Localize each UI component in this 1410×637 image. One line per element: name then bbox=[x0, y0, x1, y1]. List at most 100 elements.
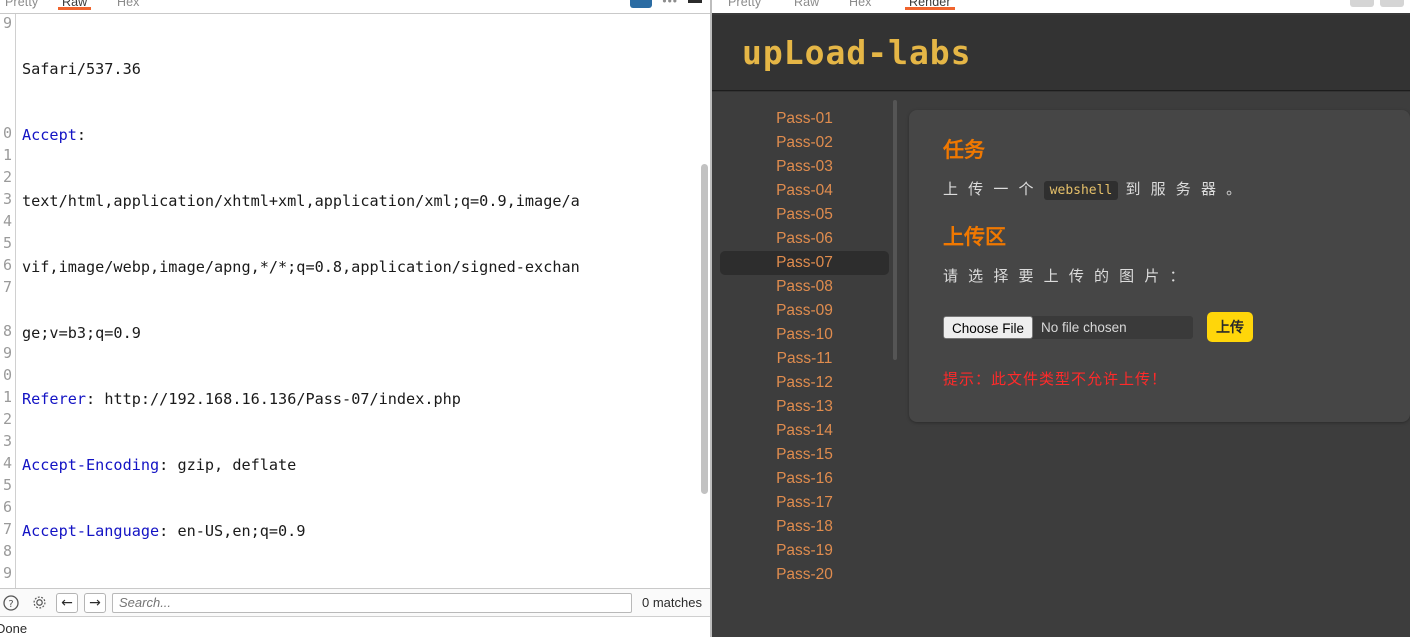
sidebar-item-pass-17[interactable]: Pass-17 bbox=[720, 491, 889, 515]
upload-prompt: 请 选 择 要 上 传 的 图 片 ： bbox=[943, 268, 1188, 285]
tab-label: Pretty bbox=[728, 0, 762, 9]
response-panel: Pretty Raw Hex Render upLoad-labs Pass-0… bbox=[712, 0, 1410, 637]
tab-label: Hex bbox=[849, 0, 872, 9]
nav-label: Pass-20 bbox=[776, 566, 833, 583]
code-token: http://192.168.16.136/Pass-07/index.php bbox=[95, 390, 461, 408]
upload-submit-button[interactable]: 上传 bbox=[1207, 312, 1253, 342]
editor-scrollbar[interactable] bbox=[699, 14, 710, 588]
code-token: Accept-Encoding bbox=[22, 456, 160, 474]
code-line: Accept: bbox=[22, 126, 87, 144]
nav-scrollbar[interactable] bbox=[893, 92, 897, 637]
gear-icon[interactable] bbox=[28, 592, 50, 614]
minimize-icon[interactable] bbox=[688, 0, 702, 3]
active-tab-underline bbox=[58, 7, 92, 10]
sidebar-item-pass-05[interactable]: Pass-05 bbox=[720, 203, 889, 227]
find-next-button[interactable]: → bbox=[84, 592, 106, 613]
svg-text:?: ? bbox=[8, 599, 13, 610]
nav-label: Pass-13 bbox=[776, 398, 833, 415]
nav-label: Pass-09 bbox=[776, 302, 833, 319]
status-bar: Done bbox=[0, 617, 710, 637]
request-tabstrip: Pretty Raw Hex ••• bbox=[0, 0, 710, 13]
tab-raw-request[interactable]: Raw bbox=[58, 0, 92, 10]
nav-scrollbar-thumb[interactable] bbox=[893, 100, 897, 360]
task-description: 上 传 一 个 webshell 到 服 务 器 。 bbox=[943, 178, 1376, 200]
code-token: Safari/537.36 bbox=[22, 60, 141, 78]
sidebar-item-pass-10[interactable]: Pass-10 bbox=[720, 323, 889, 347]
match-count-label: 0 matches bbox=[642, 595, 702, 610]
code-token: Accept bbox=[22, 126, 77, 144]
search-toolbar: ? ← → 0 matches bbox=[0, 589, 710, 617]
active-tab-underline bbox=[905, 7, 955, 10]
choose-file-button[interactable]: Choose File bbox=[943, 315, 1034, 339]
sidebar-item-pass-20[interactable]: Pass-20 bbox=[720, 563, 889, 587]
sidebar-item-pass-19[interactable]: Pass-19 bbox=[720, 539, 889, 563]
nav-label: Pass-18 bbox=[776, 518, 833, 535]
sidebar-item-pass-04[interactable]: Pass-04 bbox=[720, 179, 889, 203]
file-input[interactable]: Choose File No file chosen bbox=[943, 315, 1193, 339]
nav-label: Pass-17 bbox=[776, 494, 833, 511]
sidebar-item-pass-11[interactable]: Pass-11 bbox=[720, 347, 889, 371]
nav-label: Pass-08 bbox=[776, 278, 833, 295]
code-line: Accept-Encoding: gzip, deflate bbox=[22, 456, 297, 474]
sidebar-item-pass-02[interactable]: Pass-02 bbox=[720, 131, 889, 155]
sidebar-item-pass-07[interactable]: Pass-07 bbox=[720, 251, 889, 275]
code-line: Accept-Language: en-US,en;q=0.9 bbox=[22, 522, 306, 540]
request-raw-text[interactable]: Safari/537.36 Accept: text/html,applicat… bbox=[16, 14, 710, 588]
arrow-right-icon: → bbox=[89, 594, 101, 611]
tab-render-response[interactable]: Render bbox=[905, 0, 955, 10]
request-toolbar-icons: ••• bbox=[630, 0, 702, 8]
nav-label: Pass-05 bbox=[776, 206, 833, 223]
code-line: vif,image/webp,image/apng,*/*;q=0.8,appl… bbox=[22, 256, 710, 278]
nav-label: Pass-07 bbox=[776, 254, 833, 271]
code-token: Referer bbox=[22, 390, 87, 408]
code-token: vif,image/webp,image/apng,*/*;q=0.8,appl… bbox=[22, 258, 580, 276]
response-tabstrip: Pretty Raw Hex Render bbox=[712, 0, 1410, 13]
tab-label: Raw bbox=[794, 0, 820, 9]
tab-raw-response[interactable]: Raw bbox=[794, 0, 819, 9]
tab-pretty-request[interactable]: Pretty bbox=[5, 0, 38, 9]
sidebar-item-pass-15[interactable]: Pass-15 bbox=[720, 443, 889, 467]
file-name-label: No file chosen bbox=[1041, 319, 1127, 335]
code-token: Accept-Language bbox=[22, 522, 160, 540]
nav-label: Pass-10 bbox=[776, 326, 833, 343]
nav-label: Pass-02 bbox=[776, 134, 833, 151]
rendered-page: upLoad-labs Pass-01 Pass-02 Pass-03 Pass… bbox=[712, 13, 1410, 637]
task-heading: 任务 bbox=[943, 139, 985, 162]
sidebar-item-pass-01[interactable]: Pass-01 bbox=[720, 107, 889, 131]
editor-scrollbar-thumb[interactable] bbox=[701, 164, 708, 494]
response-window-control-1[interactable] bbox=[1350, 0, 1374, 7]
code-line: ge;v=b3;q=0.9 bbox=[22, 322, 710, 344]
sidebar-item-pass-14[interactable]: Pass-14 bbox=[720, 419, 889, 443]
sidebar-item-pass-13[interactable]: Pass-13 bbox=[720, 395, 889, 419]
find-previous-button[interactable]: ← bbox=[56, 592, 78, 613]
sidebar-item-pass-18[interactable]: Pass-18 bbox=[720, 515, 889, 539]
webshell-code-token: webshell bbox=[1043, 181, 1119, 200]
sidebar-item-pass-12[interactable]: Pass-12 bbox=[720, 371, 889, 395]
sidebar-item-pass-16[interactable]: Pass-16 bbox=[720, 467, 889, 491]
upload-form: Choose File No file chosen 上传 bbox=[943, 312, 1376, 342]
tab-hex-response[interactable]: Hex bbox=[849, 0, 872, 9]
arrow-left-icon: ← bbox=[61, 594, 73, 611]
status-text: Done bbox=[0, 621, 28, 636]
sidebar-item-pass-06[interactable]: Pass-06 bbox=[720, 227, 889, 251]
tab-hex-request[interactable]: Hex bbox=[117, 0, 140, 9]
nav-label: Pass-16 bbox=[776, 470, 833, 487]
more-options-icon[interactable]: ••• bbox=[662, 0, 678, 7]
sidebar-item-pass-09[interactable]: Pass-09 bbox=[720, 299, 889, 323]
sidebar-item-pass-03[interactable]: Pass-03 bbox=[720, 155, 889, 179]
nav-label: Pass-11 bbox=[776, 350, 833, 367]
question-mark-icon[interactable]: ? bbox=[0, 592, 22, 614]
tab-pretty-response[interactable]: Pretty bbox=[728, 0, 761, 9]
sidebar-item-pass-08[interactable]: Pass-08 bbox=[720, 275, 889, 299]
code-line: Cookie: BkGOp95780_think_template=defaul… bbox=[22, 586, 710, 588]
task-text-after: 到 服 务 器 。 bbox=[1118, 181, 1245, 198]
upload-error-message: 提示：此文件类型不允许上传！ bbox=[943, 371, 1168, 388]
nav-label: Pass-14 bbox=[776, 422, 833, 439]
line-number-gutter: 9 0 1 2 3 4 5 6 7 8 9 0 1 2 3 4 5 6 7 8 bbox=[0, 14, 16, 588]
search-input[interactable] bbox=[112, 592, 633, 613]
response-window-control-2[interactable] bbox=[1380, 0, 1404, 7]
code-line: Safari/537.36 bbox=[22, 58, 710, 80]
inspector-badge-icon[interactable] bbox=[630, 0, 653, 8]
nav-label: Pass-01 bbox=[776, 110, 833, 127]
request-editor[interactable]: 9 0 1 2 3 4 5 6 7 8 9 0 1 2 3 4 5 6 7 8 bbox=[0, 13, 710, 589]
